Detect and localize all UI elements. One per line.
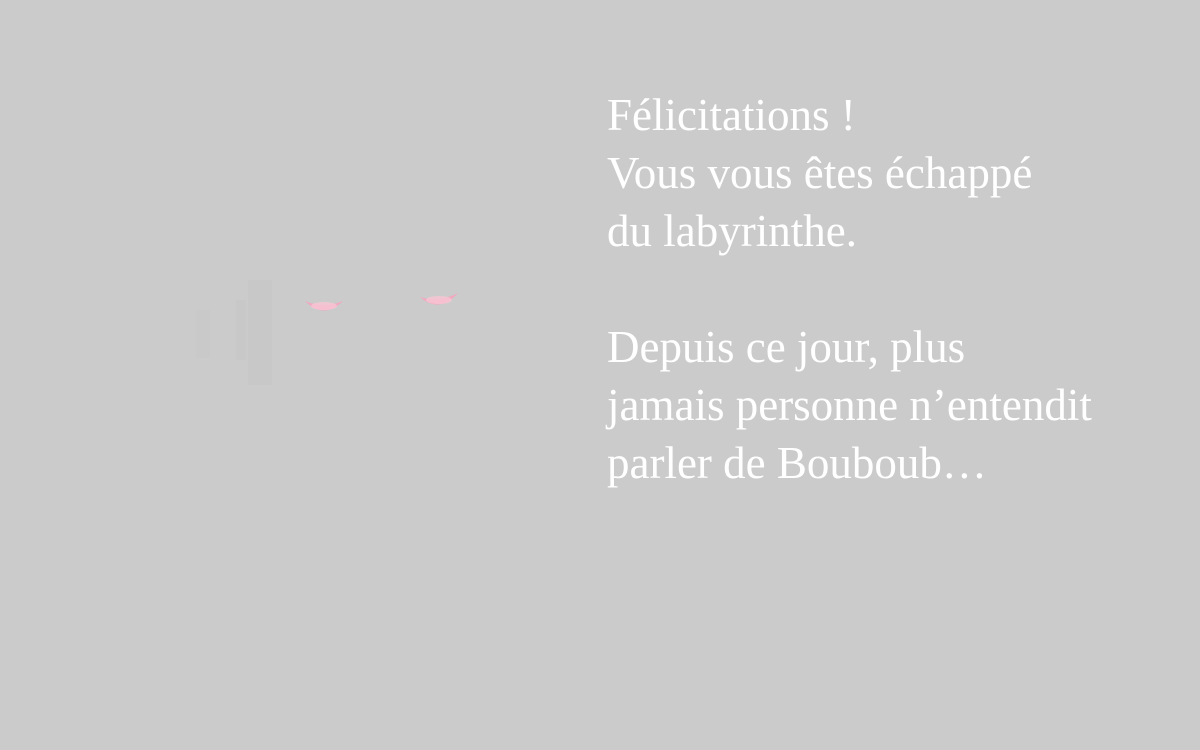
message-line: Vous vous êtes échappé — [607, 148, 1033, 198]
message-line: Félicitations ! — [607, 90, 856, 140]
epilogue-paragraph: Depuis ce jour, plus jamais personne n’e… — [607, 318, 1187, 492]
right-eye-icon — [420, 293, 458, 305]
creature-eyes-illustration — [196, 280, 458, 385]
ending-message: Félicitations ! Vous vous êtes échappé d… — [607, 86, 1187, 492]
faint-silhouette — [196, 280, 272, 385]
message-line: du labyrinthe. — [607, 206, 857, 256]
message-line: parler de Bouboub… — [607, 438, 987, 488]
ending-screen: Félicitations ! Vous vous êtes échappé d… — [0, 0, 1200, 750]
congratulations-paragraph: Félicitations ! Vous vous êtes échappé d… — [607, 86, 1187, 260]
message-line: Depuis ce jour, plus — [607, 322, 966, 372]
message-line: jamais personne n’entendit — [607, 380, 1092, 430]
left-eye-icon — [305, 301, 343, 311]
